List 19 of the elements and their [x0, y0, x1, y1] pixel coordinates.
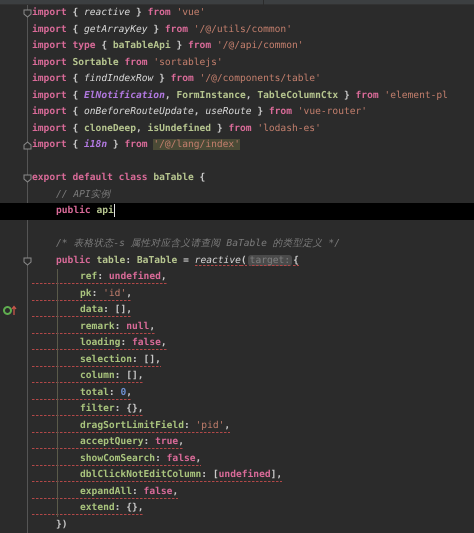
implementation-marker-icon[interactable]: [3, 305, 17, 316]
code-line: import { ElNotification, FormInstance, TableColumnCtx } from 'element-pl: [32, 88, 448, 103]
fold-icon[interactable]: [23, 9, 32, 18]
code-line: }): [55, 518, 68, 532]
code-line: import { cloneDeep, isUndefined } from 'lodash-es': [32, 122, 321, 136]
code-line: import type { baTableApi } from '/@/api/common': [32, 39, 304, 54]
fold-icon[interactable]: [23, 174, 32, 183]
code-line: import { getArrayKey } from '/@/utils/common': [32, 22, 292, 37]
code-line: import { onBeforeRouteUpdate, useRoute } from 'vue-router': [32, 105, 368, 120]
fold-icon[interactable]: [23, 256, 32, 266]
code-line: import { reactive } from 'vue': [32, 6, 206, 20]
code-comment: // API实例: [55, 188, 111, 202]
code-line: export default class baTable {: [32, 171, 206, 186]
code-line: import { findIndexRow } from '/@/components/table': [32, 72, 321, 86]
code-line: import Sortable from 'sortablejs': [32, 56, 223, 70]
fold-end-icon[interactable]: [23, 141, 32, 150]
code-line: public api: [55, 204, 115, 218]
code-line: import { i18n } from '/@/lang/index': [32, 138, 240, 152]
code-comment: /* 表格状态-s 属性对应含义请查阅 BaTable 的类型定义 */: [55, 237, 340, 252]
